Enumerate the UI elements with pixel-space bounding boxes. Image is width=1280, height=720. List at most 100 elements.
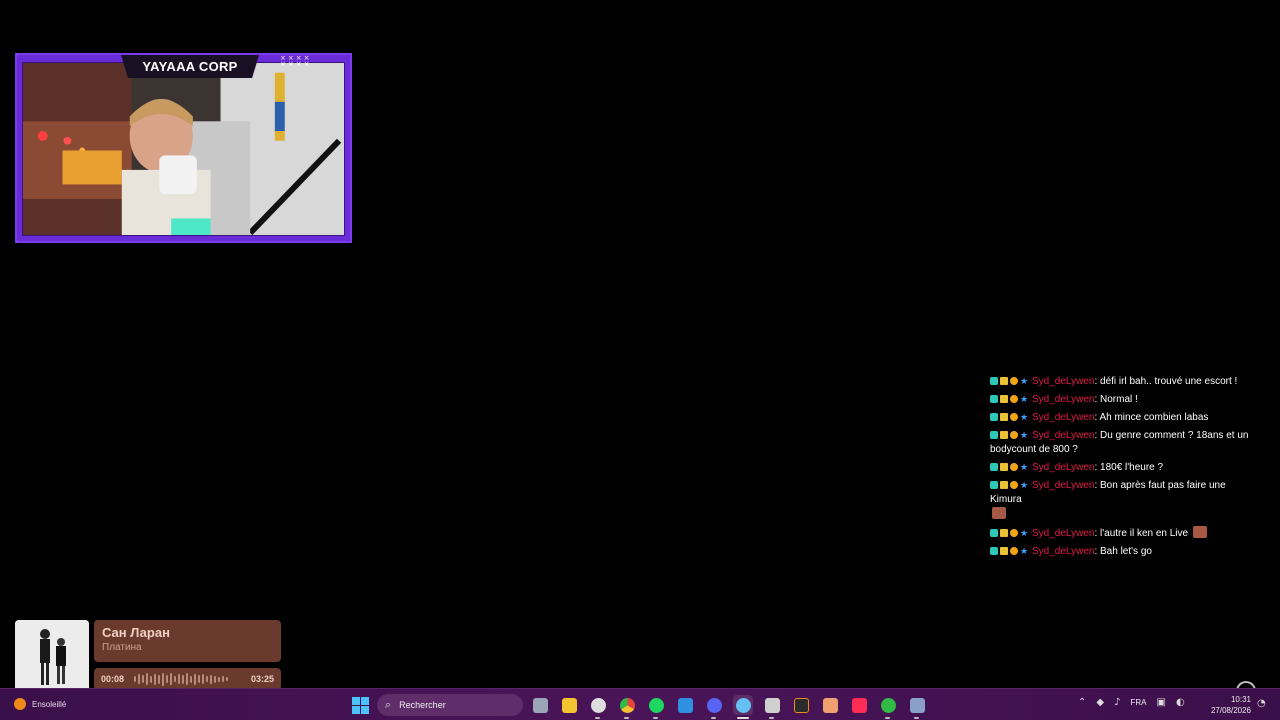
moderator-badge-icon [990, 431, 998, 439]
chat-message: ★ Syd_deLywen: défi irl bah.. trouvé une … [990, 375, 1260, 389]
crown-badge-icon [1000, 431, 1008, 439]
steam-tray-icon[interactable]: ◆ [1096, 697, 1104, 708]
file-explorer-icon[interactable] [559, 695, 579, 715]
network-icon[interactable]: ▣ [1156, 697, 1165, 708]
chat-username: Syd_deLywen [1032, 412, 1095, 423]
clock[interactable]: 10:31 27/08/2026 [1207, 694, 1251, 716]
search-box[interactable]: ⌕ Rechercher [377, 694, 523, 716]
moderator-badge-icon [990, 547, 998, 555]
chat-username: Syd_deLywen [1032, 462, 1095, 473]
chat-username: Syd_deLywen [1032, 394, 1095, 405]
obs-icon[interactable] [588, 695, 608, 719]
webcam-video [22, 62, 345, 236]
chat-message: ★ Syd_deLywen: Ah mince combien labas [990, 411, 1260, 425]
moderator-badge-icon [990, 481, 998, 489]
emote-icon [992, 507, 1006, 519]
taskbar: Ensoleillé ⌕ Rechercher ⌃ ◆ ♪ FRA ▣ ◐ 10… [0, 688, 1280, 720]
task-view-icon[interactable] [530, 695, 550, 715]
chat-username: Syd_deLywen [1032, 528, 1095, 539]
user-badges: ★ [990, 430, 1029, 440]
weather-label: Ensoleillé [32, 699, 67, 709]
user-badges: ★ [990, 528, 1029, 538]
coin-badge-icon [1010, 395, 1018, 403]
volume-icon[interactable]: ◐ [1176, 697, 1185, 708]
windows-logo-icon [352, 697, 360, 705]
coin-badge-icon [1010, 547, 1018, 555]
album-art-image [15, 620, 89, 693]
user-badges: ★ [990, 376, 1029, 386]
chat-username: Syd_deLywen [1032, 430, 1095, 441]
chat-username: Syd_deLywen [1032, 376, 1095, 387]
microphone-icon[interactable]: ♪ [1114, 697, 1120, 708]
chat-message: ★ Syd_deLywen: 180€ l'heure ? [990, 461, 1260, 475]
discord-icon[interactable] [704, 695, 724, 719]
crown-badge-icon [1000, 481, 1008, 489]
decorative-crosses: ×××× ×××× [280, 54, 312, 68]
chat-username: Syd_deLywen [1032, 480, 1095, 491]
star-badge-icon: ★ [1020, 376, 1029, 386]
chevron-up-icon[interactable]: ⌃ [1078, 697, 1086, 708]
crown-badge-icon [1000, 529, 1008, 537]
system-tray: ⌃ ◆ ♪ FRA ▣ ◐ [1078, 697, 1185, 708]
moderator-badge-icon [990, 377, 998, 385]
track-duration: 03:25 [250, 674, 274, 684]
chrome-icon[interactable] [617, 695, 637, 719]
media-app-icon[interactable] [762, 695, 782, 719]
cam-title: YAYAAA CORP [121, 55, 259, 78]
chat-overlay: ★ Syd_deLywen: défi irl bah.. trouvé une … [990, 375, 1260, 563]
chat-text: Normal ! [1100, 394, 1138, 405]
chat-message: ★ Syd_deLywen: l'autre il ken en Live [990, 526, 1260, 541]
star-badge-icon: ★ [1020, 412, 1029, 422]
weather-widget[interactable]: Ensoleillé [14, 698, 66, 710]
vscode-icon[interactable] [675, 695, 695, 715]
search-icon: ⌕ [385, 698, 392, 711]
search-placeholder: Rechercher [399, 700, 446, 710]
steam-icon[interactable] [733, 695, 753, 719]
photo-app-icon[interactable] [820, 695, 840, 715]
chat-text: l'autre il ken en Live [1100, 528, 1189, 539]
crown-badge-icon [1000, 413, 1008, 421]
user-badges: ★ [990, 394, 1029, 404]
waveform [134, 672, 241, 686]
crown-badge-icon [1000, 377, 1008, 385]
notification-bell-icon[interactable]: ◔ [1257, 698, 1266, 709]
crown-badge-icon [1000, 463, 1008, 471]
chat-text: Ah mince combien labas [1099, 412, 1209, 423]
steam-2-icon[interactable] [907, 695, 927, 719]
star-badge-icon: ★ [1020, 430, 1029, 440]
track-title: Сан Ларан [102, 625, 170, 640]
language-indicator[interactable]: FRA [1130, 698, 1146, 707]
sun-icon [14, 698, 26, 710]
track-artist: Платина [102, 642, 142, 653]
coin-badge-icon [1010, 413, 1018, 421]
chat-text: Bah let's go [1100, 546, 1152, 557]
clock-date: 27/08/2026 [1210, 706, 1251, 715]
crown-badge-icon [1000, 547, 1008, 555]
webcam-overlay: YAYAAA CORP ×××× ×××× [15, 53, 352, 243]
pinned-apps [530, 695, 927, 719]
spotify-icon[interactable] [646, 695, 666, 719]
album-cover [15, 620, 89, 693]
coin-badge-icon [1010, 431, 1018, 439]
terminal-icon[interactable] [791, 695, 811, 715]
moderator-badge-icon [990, 463, 998, 471]
user-badges: ★ [990, 547, 1029, 556]
xbox-icon[interactable] [878, 695, 898, 719]
star-badge-icon: ★ [1020, 394, 1029, 404]
coin-badge-icon [1010, 377, 1018, 385]
moderator-badge-icon [990, 529, 998, 537]
chat-text: défi irl bah.. trouvé une escort ! [1100, 376, 1238, 387]
chat-message: ★ Syd_deLywen: Du genre comment ? 18ans e… [990, 430, 1249, 455]
emote-icon [1192, 526, 1207, 538]
star-badge-icon: ★ [1020, 528, 1029, 538]
chat-message: ★ Syd_deLywen: Bah let's go [990, 545, 1260, 559]
user-badges: ★ [990, 412, 1029, 422]
coin-badge-icon [1010, 481, 1018, 489]
chat-message: ★ Syd_deLywen: Bon après faut pas faire u… [990, 479, 1260, 522]
start-button[interactable] [352, 697, 369, 714]
tiktok-icon[interactable] [849, 695, 869, 715]
clock-time: 10:31 [1230, 695, 1251, 704]
star-badge-icon: ★ [1020, 462, 1029, 472]
now-playing-info: Сан Ларан Платина [94, 620, 281, 662]
crown-badge-icon [1000, 395, 1008, 403]
